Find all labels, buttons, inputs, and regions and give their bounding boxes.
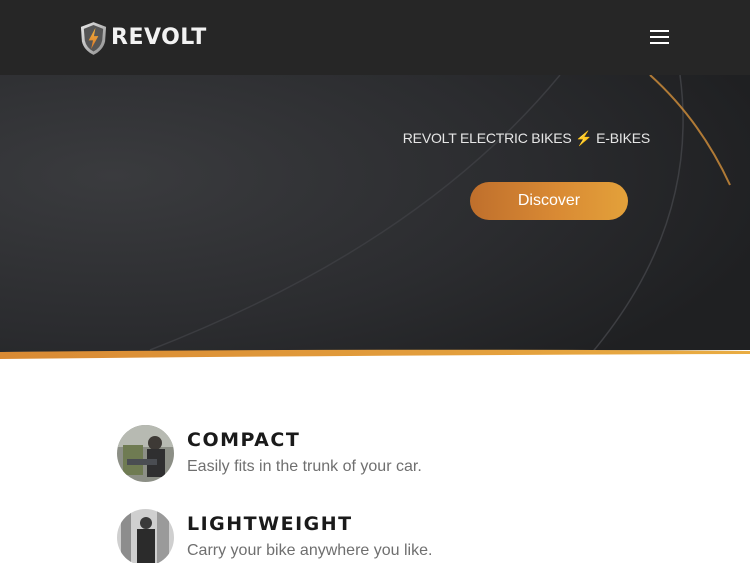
feature-photo: [117, 509, 174, 563]
menu-button[interactable]: [645, 25, 675, 49]
feature-title: LIGHTWEIGHT: [187, 513, 353, 535]
logo-text: REVOLT: [111, 25, 207, 50]
hero-banner: REVOLT ELECTRIC BIKES ⚡ E-BIKES Discover: [0, 75, 750, 363]
hero-tagline: REVOLT ELECTRIC BIKES ⚡ E-BIKES: [402, 130, 650, 146]
feature-photo: [117, 425, 174, 482]
feature-title: COMPACT: [187, 429, 301, 451]
hero-background: [0, 75, 750, 363]
logo[interactable]: REVOLT: [79, 20, 207, 56]
feature-item-compact: COMPACT Easily fits in the trunk of your…: [117, 425, 637, 485]
feature-item-lightweight: LIGHTWEIGHT Carry your bike anywhere you…: [117, 509, 637, 563]
features-section: COMPACT Easily fits in the trunk of your…: [0, 363, 750, 563]
feature-description: Easily fits in the trunk of your car.: [187, 458, 422, 475]
site-header: REVOLT: [0, 0, 750, 75]
bolt-shield-icon: [80, 21, 107, 55]
discover-button[interactable]: Discover: [470, 182, 628, 220]
feature-description: Carry your bike anywhere you like.: [187, 542, 433, 559]
